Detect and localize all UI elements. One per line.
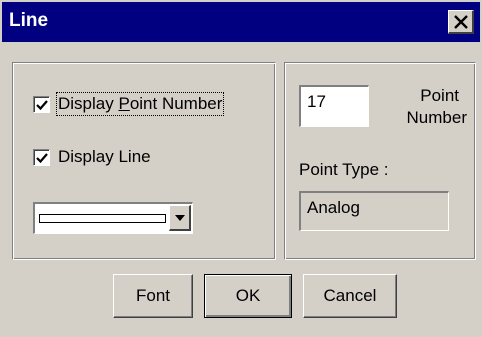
display-line-option[interactable]: Display Line: [33, 146, 151, 168]
point-number-label-line2: Number: [406, 108, 467, 127]
line-style-dropdown-button[interactable]: [169, 205, 191, 231]
display-point-number-checkbox[interactable]: [33, 95, 50, 113]
font-button[interactable]: Font: [113, 274, 193, 318]
line-dialog: Line Display Point Number Display Line 1…: [0, 0, 482, 337]
point-type-label: Point Type :: [299, 160, 389, 179]
point-number-label: Point Number: [389, 85, 467, 129]
display-line-label: Display Line: [58, 147, 151, 166]
title-bar[interactable]: Line: [2, 2, 480, 42]
line-style-swatch: [39, 214, 166, 223]
checkmark-icon: [36, 99, 48, 110]
display-line-checkbox[interactable]: [33, 148, 50, 166]
close-icon: [454, 15, 468, 29]
window-title: Line: [9, 10, 49, 31]
point-type-field: Analog: [299, 191, 449, 231]
chevron-down-icon: [175, 215, 185, 221]
close-button[interactable]: [448, 10, 474, 34]
cancel-button[interactable]: Cancel: [303, 274, 397, 318]
display-point-number-option[interactable]: Display Point Number: [33, 92, 225, 116]
ok-button[interactable]: OK: [204, 274, 292, 318]
display-point-number-label: Display Point Number: [55, 92, 225, 116]
line-style-combobox[interactable]: [33, 202, 193, 234]
point-info-group: 17 Point Number Point Type : Analog: [284, 62, 476, 260]
display-options-group: Display Point Number Display Line: [12, 62, 276, 260]
point-number-label-line1: Point: [420, 86, 459, 105]
checkmark-icon: [36, 152, 48, 163]
point-number-field[interactable]: 17: [299, 85, 369, 127]
